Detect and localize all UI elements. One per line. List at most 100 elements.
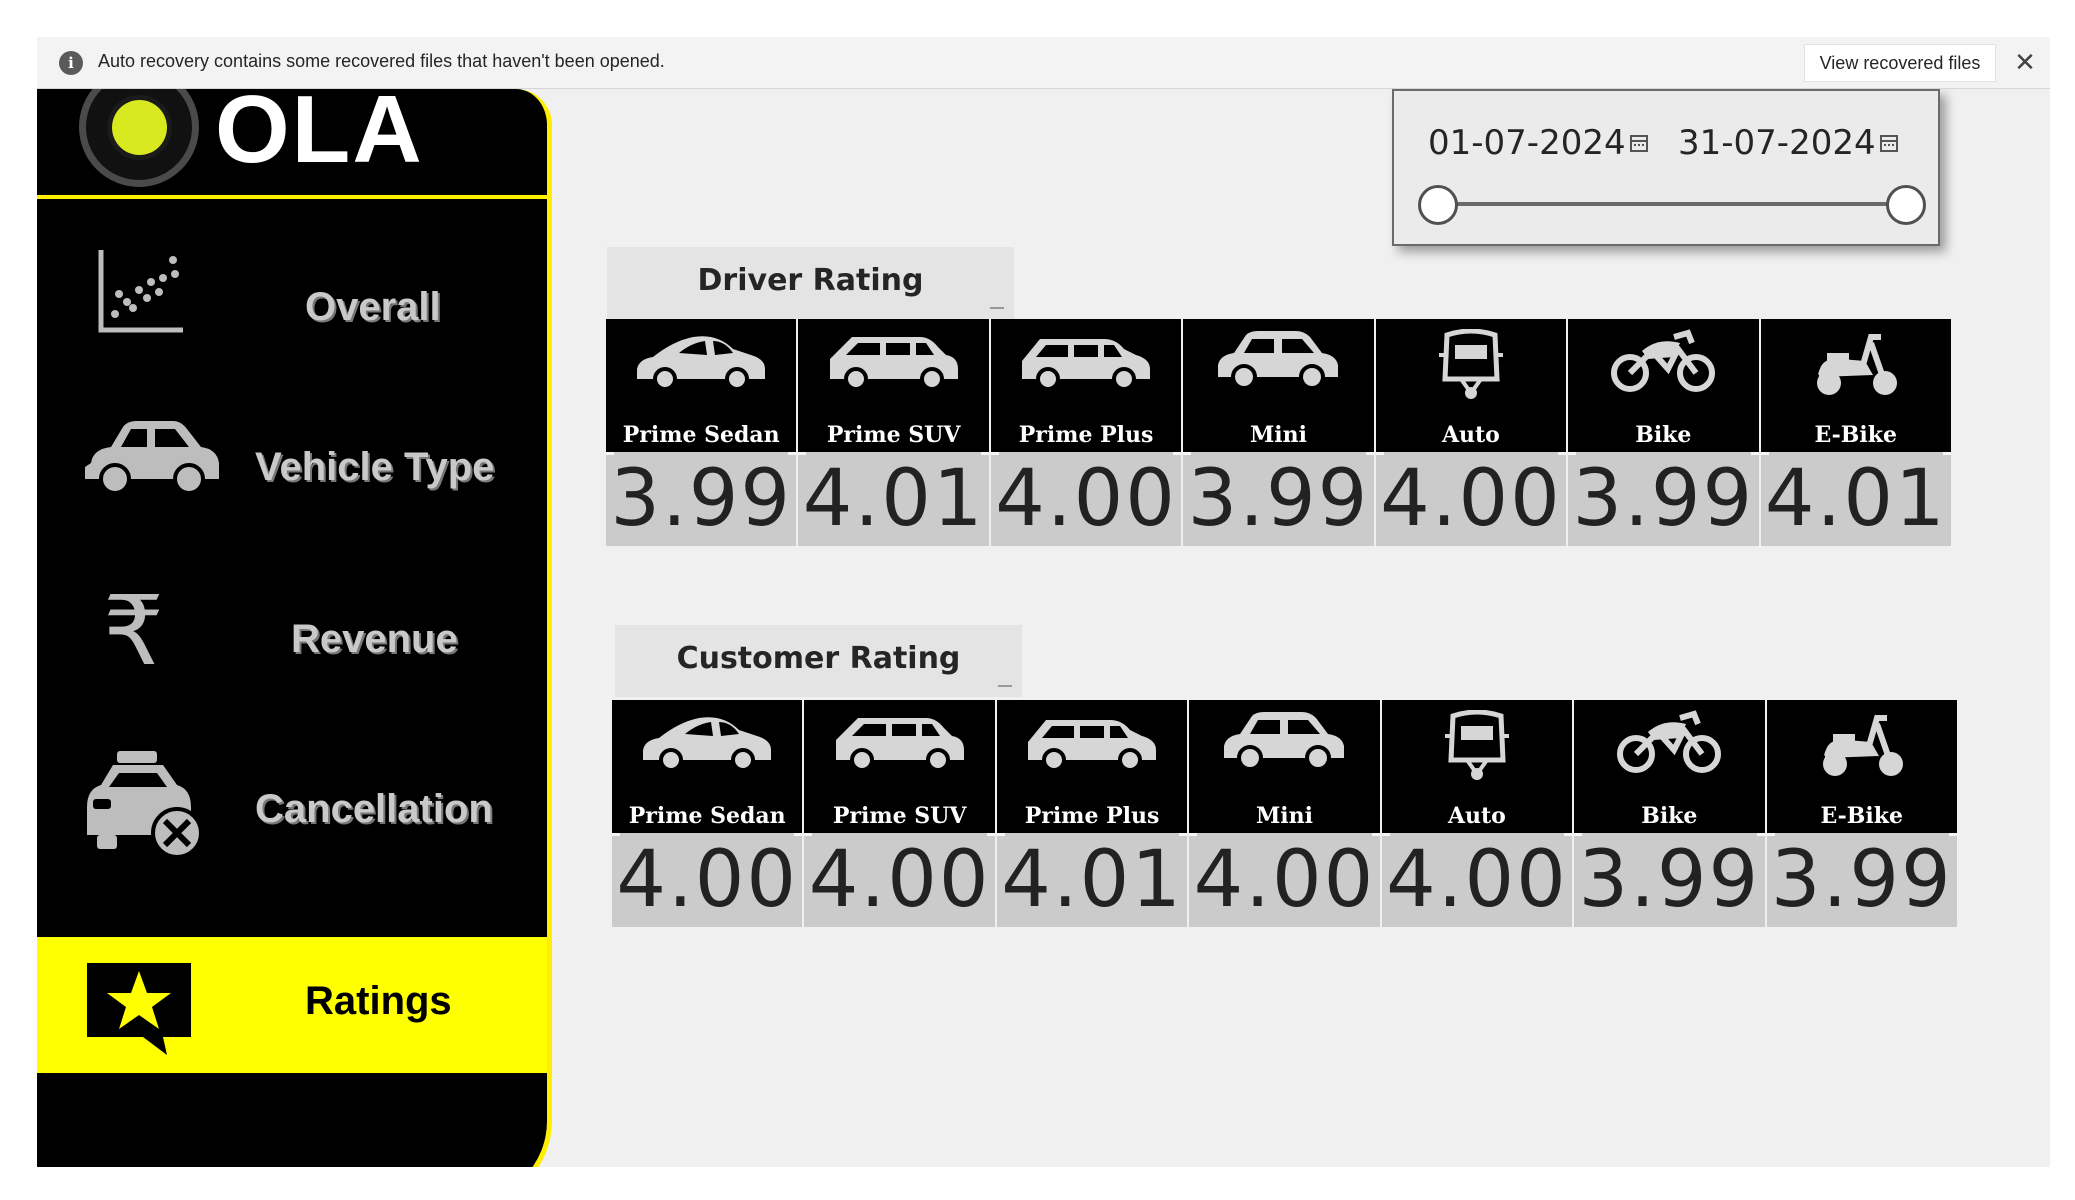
rating-value: 3.99 bbox=[1183, 452, 1375, 546]
rating-tile: Prime Plus 4.01 bbox=[996, 700, 1188, 927]
rating-tile: Prime Sedan 3.99 bbox=[606, 319, 797, 546]
vehicle-type-label: Bike bbox=[1641, 803, 1698, 829]
nav-label-vehicle-type: Vehicle Type bbox=[255, 445, 495, 489]
mini-car-icon bbox=[1216, 710, 1352, 776]
scatter-chart-icon bbox=[98, 250, 183, 333]
motorbike-icon bbox=[1608, 329, 1718, 397]
rating-tile: Prime SUV 4.00 bbox=[804, 700, 996, 927]
rating-value: 3.99 bbox=[1574, 833, 1765, 927]
vehicle-type-label: Auto bbox=[1441, 422, 1500, 448]
vehicle-type-label: E-Bike bbox=[1820, 803, 1903, 829]
scooter-icon bbox=[1817, 710, 1907, 784]
tile-header: Prime Sedan bbox=[606, 319, 797, 452]
hatchback-icon bbox=[1024, 710, 1160, 776]
recovery-notification-bar: i Auto recovery contains some recovered … bbox=[37, 37, 2050, 89]
nav-item-revenue[interactable]: ₹ Revenue bbox=[37, 575, 547, 711]
tile-header: Bike bbox=[1568, 319, 1759, 452]
tile-header: E-Bike bbox=[1760, 319, 1951, 452]
rating-value: 4.00 bbox=[1381, 833, 1573, 927]
customer-rating-title: Customer Rating bbox=[615, 625, 1022, 697]
rating-value: 4.00 bbox=[1189, 833, 1381, 927]
rupee-icon: ₹ bbox=[103, 575, 165, 687]
rating-tile: Auto 4.00 bbox=[1381, 700, 1573, 927]
recovery-message: Auto recovery contains some recovered fi… bbox=[98, 51, 665, 71]
nav-label-revenue: Revenue bbox=[291, 617, 458, 661]
vehicle-type-label: Prime Sedan bbox=[622, 422, 780, 448]
sidebar: OLA Overall Vehicle Type ₹ Revenue Cance… bbox=[37, 89, 552, 1167]
nav-item-overall[interactable]: Overall bbox=[37, 239, 547, 375]
rating-tile: Auto 4.00 bbox=[1375, 319, 1567, 546]
rating-tile: Mini 3.99 bbox=[1183, 319, 1375, 546]
end-date-handle[interactable] bbox=[1886, 185, 1926, 225]
rating-value: 4.00 bbox=[990, 452, 1182, 546]
rating-tile: E-Bike 4.01 bbox=[1760, 319, 1952, 546]
calendar-icon[interactable] bbox=[1880, 135, 1898, 152]
nav-item-vehicle-type[interactable]: Vehicle Type bbox=[37, 409, 547, 545]
rating-tile: Prime Sedan 4.00 bbox=[612, 700, 803, 927]
taxi-cancel-icon bbox=[87, 751, 203, 859]
car-icon bbox=[85, 421, 219, 495]
end-date-input[interactable]: 31-07-2024 bbox=[1678, 123, 1876, 163]
customer-rating-tiles: Prime Sedan 4.00 Prime SUV 4.00 Prime Plus 4.… bbox=[612, 700, 1958, 927]
vehicle-type-label: Mini bbox=[1255, 803, 1313, 829]
auto-rickshaw-icon bbox=[1431, 328, 1511, 405]
vehicle-type-label: Bike bbox=[1635, 422, 1692, 448]
motorbike-icon bbox=[1614, 710, 1724, 778]
nav-label-overall: Overall bbox=[305, 285, 441, 329]
nav-label-cancellation: Cancellation bbox=[255, 787, 493, 831]
minimize-icon bbox=[990, 307, 1004, 309]
date-range-track[interactable] bbox=[1438, 202, 1908, 206]
nav-item-cancellation[interactable]: Cancellation bbox=[37, 749, 547, 885]
tile-header: Prime SUV bbox=[798, 319, 989, 452]
rating-value: 4.01 bbox=[1760, 452, 1952, 546]
sedan-icon bbox=[633, 329, 769, 395]
sedan-icon bbox=[639, 710, 775, 776]
rating-value: 4.01 bbox=[996, 833, 1188, 927]
tile-header: E-Bike bbox=[1766, 700, 1957, 833]
date-range-slicer: 01-07-2024 31-07-2024 bbox=[1392, 89, 1940, 246]
tile-header: Bike bbox=[1574, 700, 1765, 833]
nav-item-ratings[interactable]: Ratings bbox=[37, 937, 547, 1073]
rating-value: 4.00 bbox=[612, 833, 803, 927]
tile-header: Prime Sedan bbox=[612, 700, 803, 833]
tile-header: Auto bbox=[1381, 700, 1573, 833]
vehicle-type-label: Auto bbox=[1447, 803, 1506, 829]
rating-value: 3.99 bbox=[1568, 452, 1759, 546]
rating-tile: Bike 3.99 bbox=[1574, 700, 1765, 927]
vehicle-type-label: Prime SUV bbox=[832, 803, 967, 829]
tile-header: Mini bbox=[1183, 319, 1374, 452]
rating-tile: Mini 4.00 bbox=[1189, 700, 1381, 927]
customer-rating-title-text: Customer Rating bbox=[676, 641, 961, 676]
tile-header: Prime SUV bbox=[804, 700, 995, 833]
rating-value: 4.01 bbox=[798, 452, 990, 546]
star-chat-icon bbox=[87, 963, 191, 1055]
tile-header: Mini bbox=[1189, 700, 1380, 833]
rating-value: 3.99 bbox=[606, 452, 797, 546]
ola-logo-icon bbox=[79, 89, 199, 187]
brand-logo-text: OLA bbox=[215, 89, 424, 183]
auto-rickshaw-icon bbox=[1437, 709, 1517, 786]
rating-tile: Prime Plus 4.00 bbox=[990, 319, 1182, 546]
close-icon[interactable]: ✕ bbox=[2012, 50, 2038, 76]
vehicle-type-label: Prime SUV bbox=[826, 422, 961, 448]
tile-header: Prime Plus bbox=[996, 700, 1188, 833]
rating-value: 4.00 bbox=[1375, 452, 1567, 546]
rating-value: 4.00 bbox=[804, 833, 996, 927]
vehicle-type-label: Prime Sedan bbox=[628, 803, 786, 829]
view-recovered-files-button[interactable]: View recovered files bbox=[1804, 44, 1996, 82]
tile-header: Auto bbox=[1375, 319, 1567, 452]
nav-label-ratings: Ratings bbox=[305, 979, 452, 1023]
tile-header: Prime Plus bbox=[990, 319, 1182, 452]
vehicle-type-label: Prime Plus bbox=[1024, 803, 1160, 829]
start-date-input[interactable]: 01-07-2024 bbox=[1428, 123, 1626, 163]
start-date-handle[interactable] bbox=[1418, 185, 1458, 225]
driver-rating-title-text: Driver Rating bbox=[697, 263, 924, 298]
info-icon: i bbox=[59, 51, 83, 75]
scooter-icon bbox=[1811, 329, 1901, 403]
rating-tile: Prime SUV 4.01 bbox=[798, 319, 990, 546]
report-canvas: i Auto recovery contains some recovered … bbox=[37, 37, 2050, 1167]
calendar-icon[interactable] bbox=[1630, 135, 1648, 152]
suv-icon bbox=[826, 329, 962, 395]
hatchback-icon bbox=[1018, 329, 1154, 395]
driver-rating-title: Driver Rating bbox=[607, 247, 1014, 319]
